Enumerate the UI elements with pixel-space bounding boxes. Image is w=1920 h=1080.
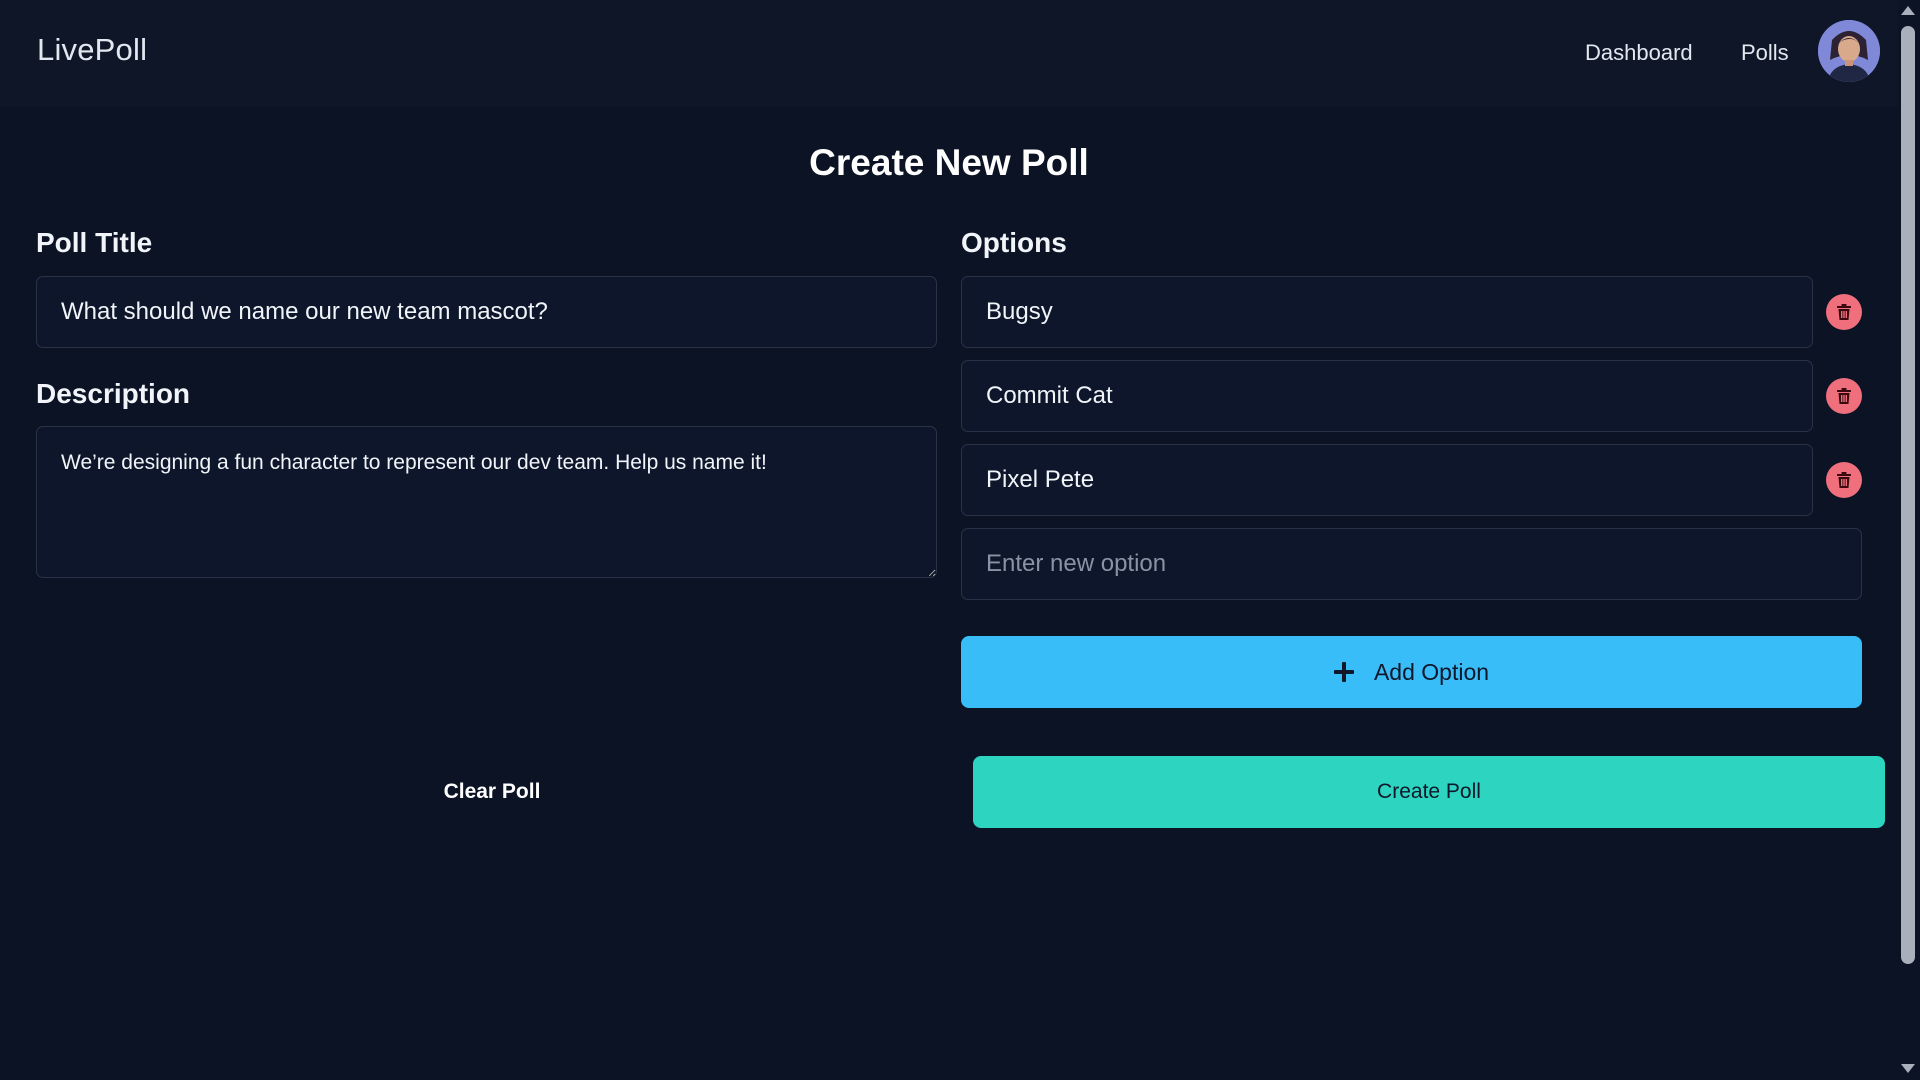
trash-icon: [1837, 472, 1851, 488]
brand-logo[interactable]: LivePoll: [37, 32, 147, 68]
trash-icon: [1837, 388, 1851, 404]
user-avatar[interactable]: [1818, 20, 1880, 82]
description-textarea[interactable]: We’re designing a fun character to repre…: [36, 426, 937, 578]
delete-option-button[interactable]: [1826, 294, 1862, 330]
avatar-portrait-icon: [1818, 20, 1880, 82]
delete-option-button[interactable]: [1826, 378, 1862, 414]
delete-option-button[interactable]: [1826, 462, 1862, 498]
option-input[interactable]: [961, 360, 1813, 432]
scrollbar-thumb[interactable]: [1901, 26, 1915, 964]
create-poll-button[interactable]: Create Poll: [973, 756, 1885, 828]
scroll-down-arrow-icon[interactable]: [1901, 1064, 1915, 1073]
nav-dashboard-link[interactable]: Dashboard: [1585, 40, 1693, 66]
trash-icon: [1837, 304, 1851, 320]
option-input[interactable]: [961, 444, 1813, 516]
description-label: Description: [36, 378, 191, 409]
add-option-label: Add Option: [1373, 658, 1490, 685]
new-option-input[interactable]: [961, 528, 1862, 600]
options-label: Options: [961, 227, 1067, 258]
scroll-up-arrow-icon[interactable]: [1901, 6, 1915, 15]
top-navbar: LivePoll Dashboard Polls: [0, 0, 1898, 106]
poll-title-input[interactable]: [36, 276, 937, 348]
create-poll-page: LivePoll Dashboard Polls Create New Poll…: [0, 0, 1920, 1080]
poll-title-label: Poll Title: [36, 227, 153, 258]
plus-icon: [1333, 662, 1354, 682]
nav-polls-link[interactable]: Polls: [1741, 40, 1789, 66]
page-title: Create New Poll: [809, 142, 1089, 183]
add-option-button[interactable]: Add Option: [961, 636, 1862, 708]
clear-poll-button[interactable]: Clear Poll: [36, 756, 948, 828]
option-input[interactable]: [961, 276, 1813, 348]
